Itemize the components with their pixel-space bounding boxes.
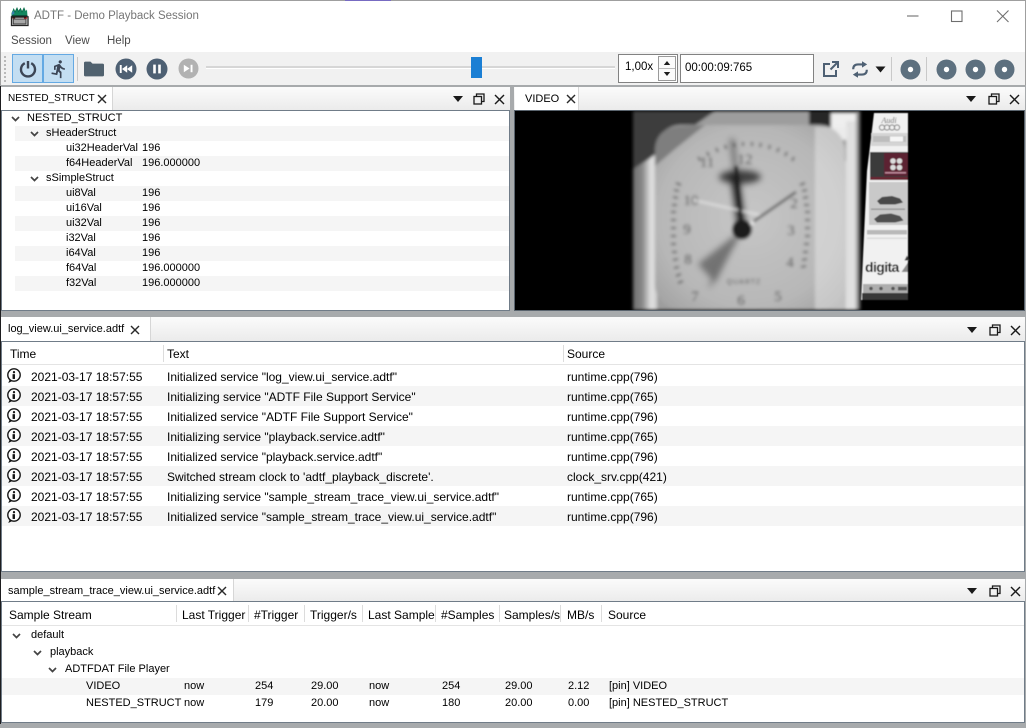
svg-text:4: 4: [786, 255, 794, 271]
svg-text:5: 5: [774, 289, 782, 305]
svg-text:Audi: Audi: [880, 116, 896, 125]
svg-text:8: 8: [684, 252, 692, 268]
svg-text:9: 9: [683, 222, 691, 238]
svg-text:11: 11: [700, 155, 714, 171]
svg-text:3: 3: [787, 223, 795, 239]
svg-text:12: 12: [738, 152, 753, 168]
svg-text:2: 2: [790, 196, 798, 212]
svg-text:digita: digita: [865, 259, 900, 275]
svg-text:6: 6: [737, 293, 745, 309]
svg-text:7: 7: [691, 289, 699, 305]
svg-text:QUARTZ: QUARTZ: [727, 279, 762, 286]
